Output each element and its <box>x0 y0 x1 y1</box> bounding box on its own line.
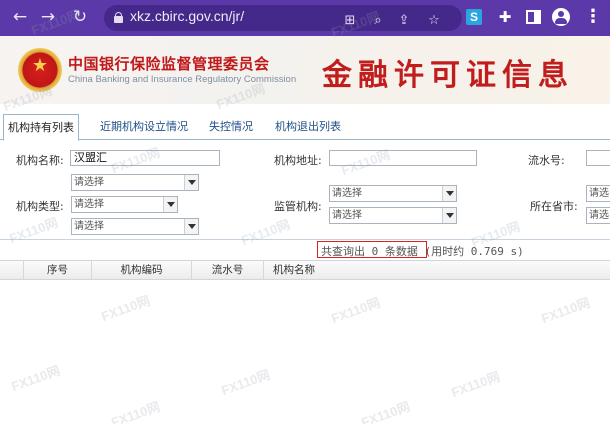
watermark: FX110网 <box>109 398 162 424</box>
header-serial-no: 流水号 <box>192 261 264 280</box>
watermark: FX110网 <box>99 292 152 325</box>
browser-toolbar: ← → ↻ xkz.cbirc.gov.cn/jr/ ⊞ ⌕ ⇪ ☆ S ✚ ⋮ <box>0 0 610 36</box>
side-panel-icon[interactable] <box>526 10 541 24</box>
regulator-select-1[interactable]: 请选择 <box>329 185 457 202</box>
chevron-down-icon <box>442 186 456 201</box>
org-type-label: 机构类型: <box>16 200 64 213</box>
org-name-label: 机构名称: <box>16 154 64 167</box>
province-label: 所在省市: <box>530 200 578 213</box>
translate-icon[interactable]: ⊞ <box>340 11 360 31</box>
star-icon[interactable]: ☆ <box>424 11 444 31</box>
org-address-input[interactable] <box>329 150 477 166</box>
tab-exit-list[interactable]: 机构退出列表 <box>268 114 348 140</box>
watermark: FX110网 <box>219 366 272 399</box>
watermark: FX110网 <box>359 398 412 424</box>
results-table-header: 序号 机构编码 流水号 机构名称 <box>0 260 610 280</box>
watermark: FX110网 <box>449 368 502 401</box>
site-banner: 中国银行保险监督管理委员会 China Banking and Insuranc… <box>0 36 610 104</box>
tab-out-of-control[interactable]: 失控情况 <box>202 114 260 140</box>
watermark: FX110网 <box>539 294 592 327</box>
result-count-text: 共查询出 0 条数据 (用时约 0.769 s) <box>321 245 524 258</box>
header-org-code: 机构编码 <box>92 261 192 280</box>
result-summary: 共查询出 0 条数据 (用时约 0.769 s) <box>0 240 610 260</box>
serial-no-input[interactable] <box>586 150 610 166</box>
org-address-label: 机构地址: <box>274 154 322 167</box>
lock-icon[interactable] <box>114 12 123 23</box>
watermark: FX110网 <box>9 362 62 395</box>
tab-holding-list[interactable]: 机构持有列表 <box>3 114 79 141</box>
back-arrow-icon[interactable]: ← <box>8 5 32 29</box>
province-select-2[interactable]: 请选 <box>586 207 610 224</box>
national-emblem-logo <box>18 48 62 92</box>
extensions-icon[interactable]: ✚ <box>494 6 516 28</box>
reload-icon[interactable]: ↻ <box>68 5 92 29</box>
menu-icon[interactable]: ⋮ <box>584 5 602 29</box>
chevron-down-icon <box>163 197 177 212</box>
share-icon[interactable]: ⇪ <box>394 11 414 31</box>
address-bar[interactable]: xkz.cbirc.gov.cn/jr/ ⊞ ⌕ ⇪ ☆ <box>104 5 462 31</box>
province-select-1[interactable]: 请选 <box>586 185 610 202</box>
header-spacer <box>0 261 24 280</box>
header-index: 序号 <box>24 261 92 280</box>
org-name-en: China Banking and Insurance Regulatory C… <box>68 74 297 85</box>
extension-s-icon[interactable]: S <box>466 9 482 25</box>
banner-title: 金融许可证信息 <box>322 58 574 93</box>
zoom-icon[interactable]: ⌕ <box>368 11 388 31</box>
search-form: 机构名称: 汉盟汇 机构地址: 流水号: 机构类型: 请选择 请选择 请选择 监… <box>0 140 610 240</box>
header-org-name: 机构名称 <box>273 264 315 276</box>
org-type-select-3[interactable]: 请选择 <box>71 218 199 235</box>
org-name-input[interactable]: 汉盟汇 <box>70 150 220 166</box>
serial-no-label: 流水号: <box>528 154 565 167</box>
chevron-down-icon <box>184 219 198 234</box>
chevron-down-icon <box>184 175 198 190</box>
tab-bar: 机构持有列表 近期机构设立情况 失控情况 机构退出列表 <box>0 114 610 141</box>
url-text[interactable]: xkz.cbirc.gov.cn/jr/ <box>130 8 244 24</box>
regulator-select-2[interactable]: 请选择 <box>329 207 457 224</box>
forward-arrow-icon[interactable]: → <box>36 5 60 29</box>
org-type-select-2[interactable]: 请选择 <box>71 196 178 213</box>
org-name-cn: 中国银行保险监督管理委员会 <box>68 55 270 73</box>
org-type-select-1[interactable]: 请选择 <box>71 174 199 191</box>
watermark: FX110网 <box>329 294 382 327</box>
page: ← → ↻ xkz.cbirc.gov.cn/jr/ ⊞ ⌕ ⇪ ☆ S ✚ ⋮… <box>0 0 610 424</box>
chevron-down-icon <box>442 208 456 223</box>
regulator-label: 监管机构: <box>274 200 322 213</box>
profile-icon[interactable] <box>552 8 570 26</box>
tab-recent-established[interactable]: 近期机构设立情况 <box>94 114 194 140</box>
